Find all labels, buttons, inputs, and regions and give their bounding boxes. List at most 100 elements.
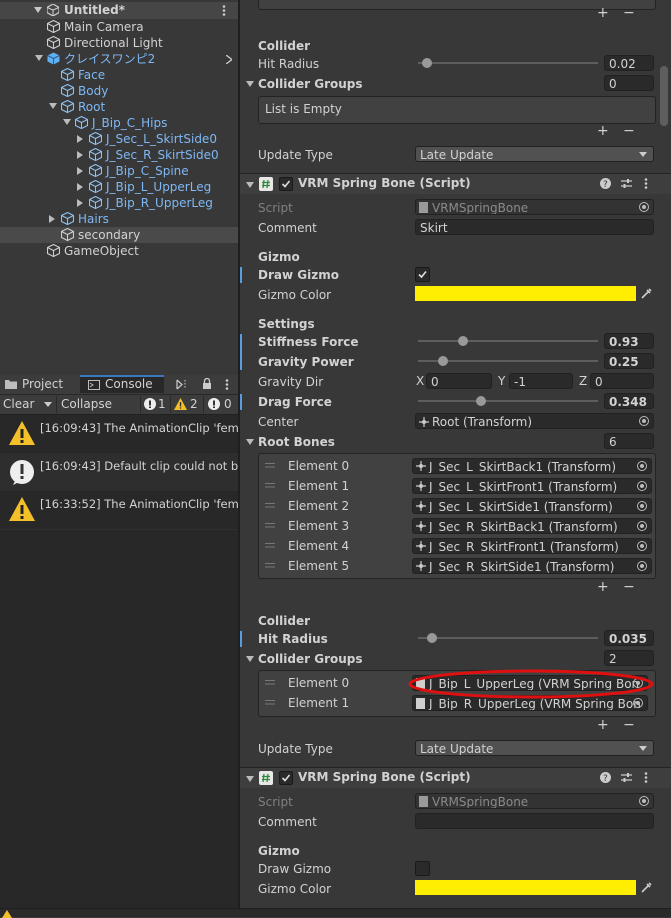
gizmo-color-swatch[interactable] [415,880,636,895]
draw-gizmo-checkbox[interactable] [415,861,430,876]
drag-force-slider[interactable] [418,400,598,402]
hierarchy-item[interactable]: J_Bip_L_UpperLeg [0,179,238,195]
chevron-down-icon[interactable] [34,7,42,13]
stiffness-force-slider[interactable] [418,340,598,342]
chevron-right-icon[interactable] [77,183,83,191]
hit-radius-field[interactable]: 0.02 [604,55,654,71]
add-element-button[interactable]: + [597,6,609,20]
drag-force-thumb[interactable] [475,396,486,406]
error-filter-button[interactable]: 0 [203,396,238,413]
add-element-button[interactable]: + [597,124,609,138]
eyedropper-icon[interactable] [640,287,653,300]
object-picker-icon[interactable] [639,202,649,212]
drag-handle-icon[interactable] [265,680,275,696]
animation-icon[interactable] [176,379,190,390]
hierarchy-item[interactable]: Face [0,67,238,83]
remove-element-button[interactable]: − [623,124,635,138]
gravity-y-field[interactable]: -1 [509,373,573,389]
stiffness-force-thumb[interactable] [458,336,468,346]
console-message[interactable]: [16:33:52] The AnimationClip 'fema [0,491,238,530]
clear-button[interactable]: Clear [3,396,55,413]
gravity-power-field[interactable]: 0.25 [604,353,654,369]
help-icon[interactable]: ? [600,772,611,783]
script-field[interactable]: VRMSpringBone [415,793,654,809]
chevron-down-icon[interactable] [44,402,52,407]
object-picker-icon[interactable] [637,521,647,531]
chevron-down-icon[interactable] [246,656,254,662]
hit-radius-slider[interactable] [418,62,598,64]
hierarchy-item[interactable]: secondary [0,227,238,243]
hierarchy-item[interactable]: J_Sec_L_SkirtSide0 [0,131,238,147]
drag-force-field[interactable]: 0.348 [604,393,654,409]
info-filter-button[interactable]: 1 [140,396,169,413]
drag-handle-icon[interactable] [265,463,275,479]
drag-handle-icon[interactable] [265,543,275,559]
more-options-icon[interactable] [644,178,648,189]
object-picker-icon[interactable] [637,561,647,571]
collider-groups-label[interactable]: Collider Groups [258,76,363,92]
chevron-right-icon[interactable] [77,167,83,175]
hit-radius-slider-thumb[interactable] [422,58,432,68]
object-picker-icon[interactable] [637,461,647,471]
hierarchy-item[interactable]: J_Bip_C_Spine [0,163,238,179]
hierarchy-item[interactable]: クレイスワンピ2 [0,51,238,67]
drag-handle-icon[interactable] [265,483,275,499]
remove-element-button[interactable]: − [623,6,635,20]
collapse-button[interactable]: Collapse [56,396,115,413]
add-element-button[interactable]: + [597,580,609,594]
console-message[interactable]: [16:09:43] The AnimationClip 'fema [0,415,238,454]
object-picker-icon[interactable] [637,481,647,491]
component-header[interactable]: VRM Spring Bone (Script) ? [240,767,671,788]
chevron-right-icon[interactable] [77,135,83,143]
collider-groups-count[interactable]: 2 [604,650,654,666]
gizmo-color-swatch[interactable] [415,286,636,301]
hit-radius-slider[interactable] [418,637,598,639]
drag-handle-icon[interactable] [265,700,275,716]
gravity-power-thumb[interactable] [438,356,449,366]
gravity-x-field[interactable]: 0 [426,373,492,389]
root-bones-count[interactable]: 6 [604,433,654,449]
root-bone-field[interactable]: J_Sec_L_SkirtFront1 (Transform) [412,478,652,494]
remove-element-button[interactable]: − [623,580,635,594]
preset-icon[interactable] [621,772,632,783]
chevron-down-icon[interactable] [246,439,254,445]
object-picker-icon[interactable] [637,501,647,511]
chevron-down-icon[interactable] [35,55,43,61]
object-picker-icon[interactable] [637,541,647,551]
drag-handle-icon[interactable] [265,503,275,519]
remove-element-button[interactable]: − [623,718,635,732]
prefab-expand-arrow-icon[interactable] [226,55,232,64]
stiffness-force-field[interactable]: 0.93 [604,333,654,349]
enabled-checkbox[interactable] [279,771,293,785]
chevron-down-icon[interactable] [63,119,71,125]
center-field[interactable]: Root (Transform) [415,413,654,429]
collider-groups-label[interactable]: Collider Groups [258,651,363,667]
hierarchy-item[interactable]: Root [0,99,238,115]
chevron-down-icon[interactable] [246,182,254,188]
console-message[interactable]: [16:09:43] Default clip could not be [0,453,238,492]
root-bone-field[interactable]: J_Sec_R_SkirtBack1 (Transform) [412,518,652,534]
drag-handle-icon[interactable] [265,563,275,579]
hit-radius-slider-thumb[interactable] [427,633,438,643]
root-bone-field[interactable]: J_Sec_R_SkirtFront1 (Transform) [412,538,652,554]
chevron-down-icon[interactable] [246,81,254,87]
hierarchy-item[interactable]: J_Bip_C_Hips [0,115,238,131]
warning-filter-button[interactable]: 2 [170,396,201,413]
hierarchy-item[interactable]: Directional Light [0,35,238,51]
script-field[interactable]: VRMSpringBone [415,199,654,215]
hierarchy-item[interactable]: GameObject [0,243,238,259]
chevron-down-icon[interactable] [49,103,57,109]
enabled-checkbox[interactable] [279,177,293,191]
drag-handle-icon[interactable] [265,523,275,539]
more-options-icon[interactable] [225,379,229,390]
hit-radius-field[interactable]: 0.035 [604,630,654,646]
object-picker-icon[interactable] [639,416,649,426]
chevron-down-icon[interactable] [246,776,254,782]
collider-groups-count[interactable]: 0 [604,75,654,91]
object-picker-icon[interactable] [639,796,649,806]
add-element-button[interactable]: + [597,718,609,732]
root-bone-field[interactable]: J_Sec_L_SkirtBack1 (Transform) [412,458,652,474]
hierarchy-item[interactable]: J_Bip_R_UpperLeg [0,195,238,211]
more-options-icon[interactable] [644,772,648,783]
eyedropper-icon[interactable] [640,881,653,894]
